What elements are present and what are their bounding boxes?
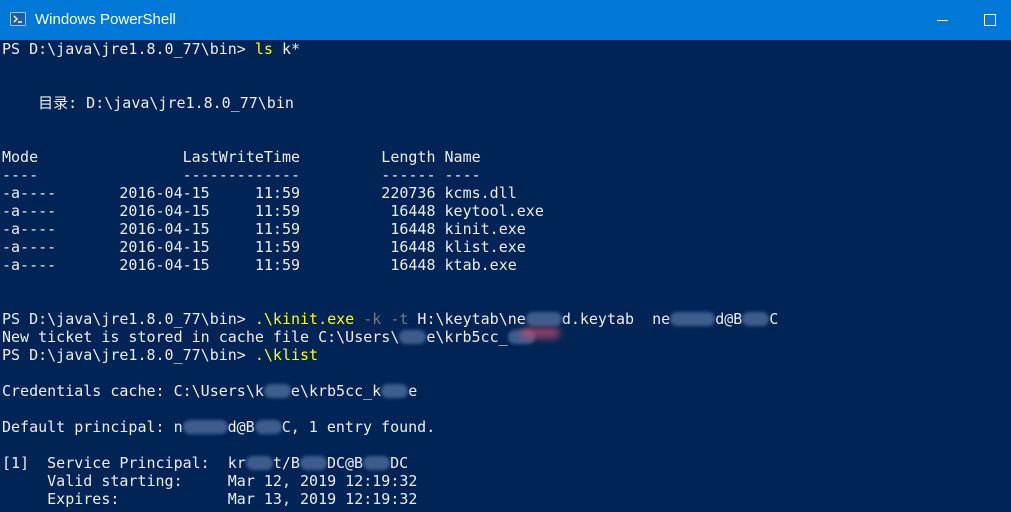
minimize-button[interactable] — [920, 0, 966, 40]
expires-line: Expires: Mar 13, 2019 12:19:32 — [2, 490, 418, 508]
credentials-cache-end: e — [408, 382, 418, 400]
service-principal-label: [1] Service Principal: kr — [2, 454, 246, 472]
redacted-region — [263, 384, 291, 398]
credentials-cache-label: Credentials cache: C:\Users\k — [2, 382, 264, 400]
kinit-flag-k: -k — [354, 310, 382, 328]
table-row: -a---- 2016-04-15 11:59 16448 klist.exe — [2, 238, 526, 256]
command-ls: ls — [254, 40, 273, 58]
redacted-region — [245, 456, 273, 470]
prompt: PS D:\java\jre1.8.0_77\bin> — [2, 346, 255, 364]
service-principal-end: DC — [390, 454, 409, 472]
service-principal-value: t/B — [272, 454, 300, 472]
default-principal-line: Default principal: n d@B C, 1 entry found. — [2, 418, 1007, 436]
table-row: -a---- 2016-04-15 11:59 220736 kcms.dll — [2, 184, 517, 202]
redacted-region — [670, 312, 716, 326]
default-principal-value: d@B — [227, 418, 255, 436]
kinit-keytab-name: d.keytab ne — [561, 310, 671, 328]
console-output[interactable]: PS D:\java\jre1.8.0_77\bin> ls k* 目录: D:… — [2, 40, 1007, 512]
kinit-principal: d@B — [715, 310, 743, 328]
console-line-klist: PS D:\java\jre1.8.0_77\bin> .\klist — [2, 346, 1007, 364]
console-line-kinit: PS D:\java\jre1.8.0_77\bin> .\kinit.exe … — [2, 310, 1007, 328]
table-header: Mode LastWriteTime Length Name — [2, 148, 481, 166]
ticket-cache-file: e\krb5cc_ — [426, 328, 508, 346]
redacted-region — [399, 330, 427, 344]
command-klist: .\klist — [254, 346, 319, 364]
redacted-region — [381, 384, 409, 398]
command-arg: k* — [272, 40, 301, 58]
service-principal-line: [1] Service Principal: kr t/B DC@B DC — [2, 454, 1007, 472]
prompt: PS D:\java\jre1.8.0_77\bin> — [2, 310, 255, 328]
redacted-region — [299, 456, 327, 470]
table-row: -a---- 2016-04-15 11:59 16448 ktab.exe — [2, 256, 517, 274]
maximize-button[interactable] — [966, 0, 1011, 40]
default-principal-label: Default principal: n — [2, 418, 183, 436]
console-line-ls: PS D:\java\jre1.8.0_77\bin> ls k* — [2, 40, 1007, 58]
powershell-icon[interactable] — [10, 12, 26, 26]
kinit-keytab-path: H:\keytab\ne — [408, 310, 526, 328]
redacted-region — [254, 420, 282, 434]
valid-starting-line: Valid starting: Mar 12, 2019 12:19:32 — [2, 472, 418, 490]
console-line-ticket: New ticket is stored in cache file C:\Us… — [2, 328, 1007, 346]
redacted-region — [742, 312, 770, 326]
service-principal-realm: DC@B — [326, 454, 364, 472]
credentials-cache-file: e\krb5cc_k — [290, 382, 382, 400]
prompt: PS D:\java\jre1.8.0_77\bin> — [2, 40, 255, 58]
credentials-cache-line: Credentials cache: C:\Users\k e\krb5cc_k e — [2, 382, 1007, 400]
redacted-region — [182, 420, 228, 434]
directory-line: 目录: D:\java\jre1.8.0_77\bin — [2, 94, 294, 112]
ticket-message: New ticket is stored in cache file C:\Us… — [2, 328, 400, 346]
table-separator: ---- ------------- ------ ---- — [2, 166, 481, 184]
redacted-region — [520, 328, 560, 338]
table-row: -a---- 2016-04-15 11:59 16448 keytool.ex… — [2, 202, 544, 220]
command-kinit: .\kinit.exe — [254, 310, 355, 328]
window-title: Windows PowerShell — [35, 11, 176, 28]
kinit-principal-end: C — [769, 310, 779, 328]
redacted-region — [525, 312, 562, 326]
redacted-region — [363, 456, 391, 470]
title-bar: Windows PowerShell — [0, 0, 1011, 40]
kinit-flag-t: -t — [381, 310, 409, 328]
table-row: -a---- 2016-04-15 11:59 16448 kinit.exe — [2, 220, 526, 238]
default-principal-summary: C, 1 entry found. — [281, 418, 436, 436]
